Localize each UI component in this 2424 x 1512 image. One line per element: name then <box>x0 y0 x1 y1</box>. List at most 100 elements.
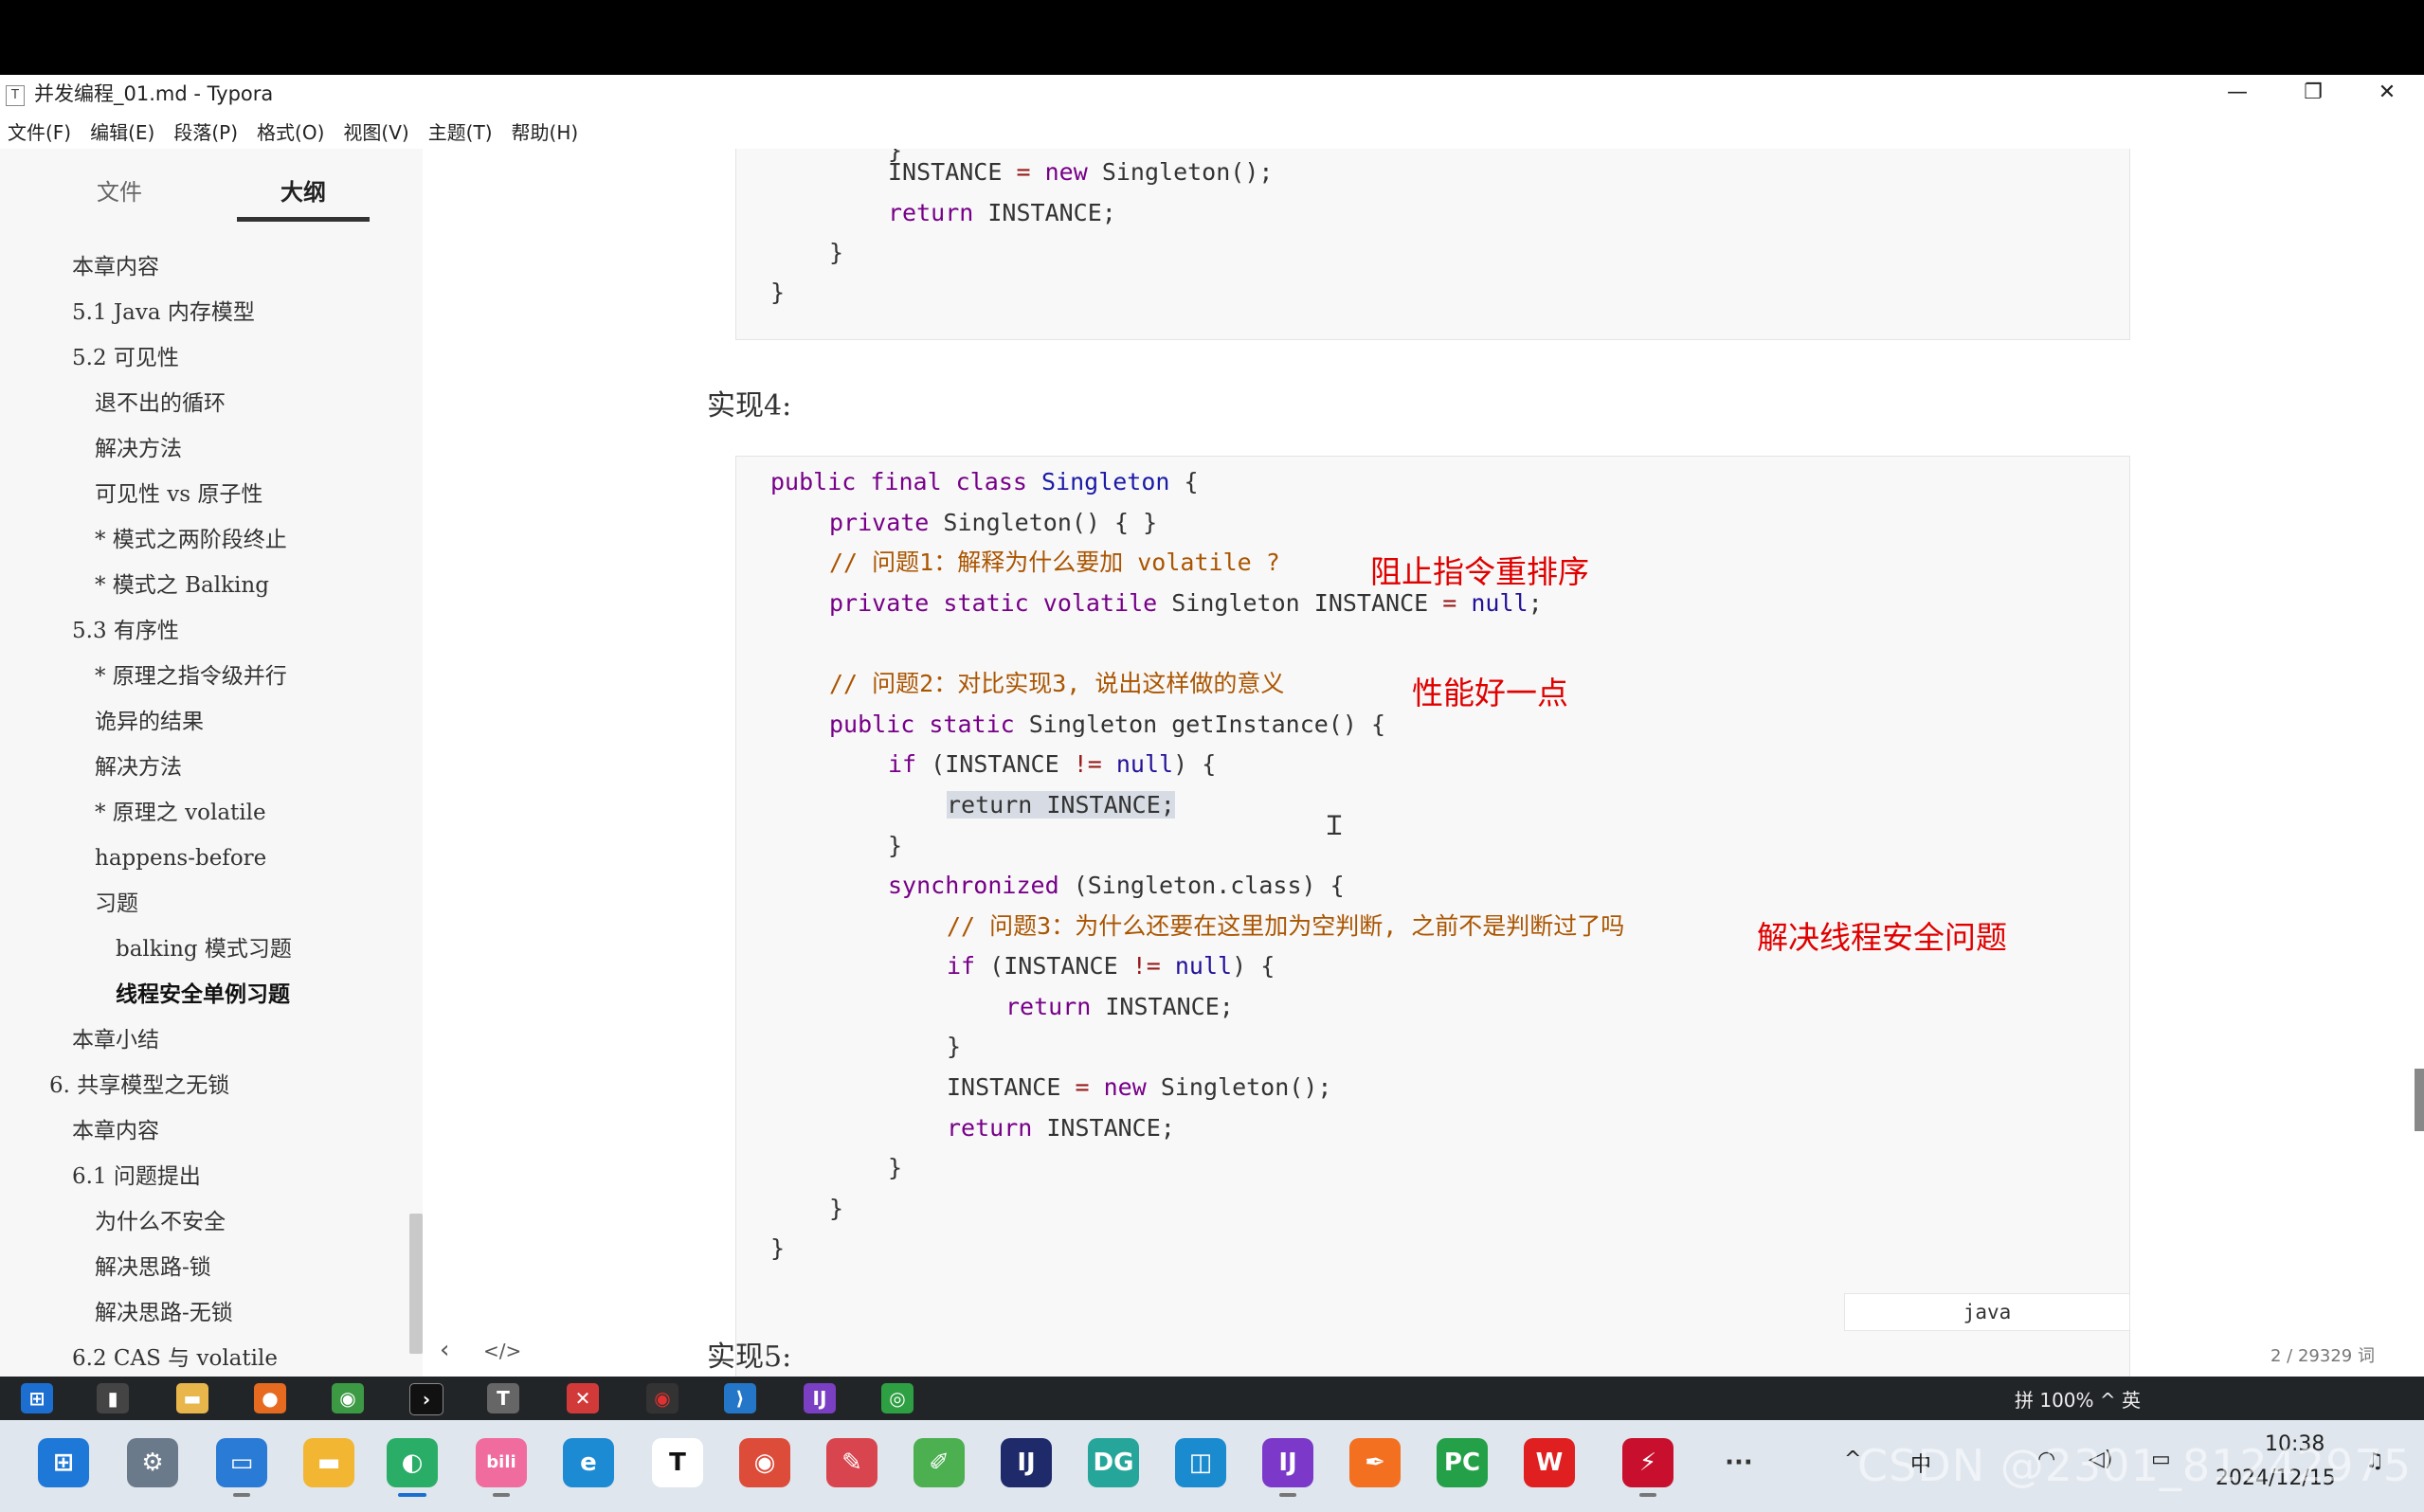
editor-document[interactable]: bilibili } INSTANCE = new Singleton(); r… <box>423 149 2424 1377</box>
code-line: synchronized (Singleton.class) { <box>888 872 1345 899</box>
xmind-icon[interactable]: ✕ <box>567 1383 599 1413</box>
annotation-note: 阻止指令重排序 <box>1370 553 1589 590</box>
code-block-3[interactable]: } INSTANCE = new Singleton(); return INS… <box>735 149 2130 340</box>
code-line: public static Singleton getInstance() { <box>829 711 1386 738</box>
outline-item[interactable]: * 模式之两阶段终止 <box>95 526 287 554</box>
word-count[interactable]: 2 / 29329 词 <box>2270 1342 2375 1367</box>
sidebar-scrollbar[interactable] <box>409 1214 423 1354</box>
outline-item[interactable]: 为什么不安全 <box>95 1208 226 1236</box>
pycharm-icon[interactable]: PC <box>1437 1438 1488 1487</box>
outline-item[interactable]: 解决方法 <box>95 435 182 463</box>
outline-item[interactable]: * 原理之 volatile <box>95 799 266 827</box>
menu-paragraph[interactable]: 段落(P) <box>173 117 238 145</box>
outline-item[interactable]: 退不出的循环 <box>95 389 226 418</box>
outline-item[interactable]: 习题 <box>95 890 138 918</box>
vscode-icon[interactable]: ⟩ <box>724 1383 756 1413</box>
outline-item[interactable]: 6.1 问题提出 <box>72 1162 201 1191</box>
file-explorer-icon[interactable]: ▬ <box>303 1438 354 1487</box>
heading-impl-4: 实现4: <box>707 389 792 423</box>
wps-icon[interactable]: W <box>1524 1438 1575 1487</box>
active-tab-indicator <box>237 217 370 222</box>
window-app-icon[interactable]: ◫ <box>1175 1438 1226 1487</box>
code-language-label[interactable]: java <box>1844 1293 2130 1331</box>
outline-item[interactable]: 可见性 vs 原子性 <box>95 480 262 509</box>
code-line: return INSTANCE; <box>1005 993 1234 1020</box>
outline-item[interactable]: 5.1 Java 内存模型 <box>72 298 255 327</box>
terminal-icon[interactable]: › <box>409 1383 443 1415</box>
settings-gear-icon[interactable]: ⚙ <box>127 1438 178 1487</box>
notes-icon[interactable]: ✐ <box>914 1438 965 1487</box>
intellij-ultimate-icon[interactable]: IJ <box>1262 1438 1313 1487</box>
intellij-taskbar-icon[interactable]: IJ <box>1001 1438 1052 1487</box>
firefox-icon[interactable]: ● <box>254 1383 286 1413</box>
app-icon[interactable]: ✎ <box>826 1438 877 1487</box>
menu-bar: 文件(F) 编辑(E) 段落(P) 格式(O) 视图(V) 主题(T) 帮助(H… <box>0 113 2424 149</box>
code-line: return INSTANCE; <box>888 199 1116 226</box>
chevron-left-icon[interactable]: ‹ <box>440 1336 449 1364</box>
outline-item[interactable]: * 原理之指令级并行 <box>95 662 287 691</box>
code-line: INSTANCE = new Singleton(); <box>888 158 1274 186</box>
chrome-icon[interactable]: ◉ <box>332 1383 364 1413</box>
menu-theme[interactable]: 主题(T) <box>428 117 493 145</box>
task-view-icon[interactable]: ▮ <box>97 1383 129 1413</box>
outline-item[interactable]: 解决思路-无锁 <box>95 1299 233 1327</box>
title-bar <box>0 75 2424 113</box>
menu-file[interactable]: 文件(F) <box>8 117 71 145</box>
bilibili-icon[interactable]: bili <box>476 1438 527 1487</box>
outline-item[interactable]: balking 模式习题 <box>116 935 292 963</box>
remote-desktop-icon[interactable]: ▭ <box>216 1438 267 1487</box>
source-code-icon[interactable]: </> <box>483 1340 521 1362</box>
code-line: } <box>888 832 903 859</box>
code-line: return INSTANCE; <box>947 1114 1175 1142</box>
pen-icon[interactable]: ✒ <box>1349 1438 1401 1487</box>
tab-outline[interactable]: 大纲 <box>218 173 389 211</box>
app-icon[interactable]: ◎ <box>881 1383 914 1413</box>
outline-item[interactable]: 6. 共享模型之无锁 <box>49 1071 229 1100</box>
intellij-icon[interactable]: IJ <box>804 1383 836 1413</box>
tab-file[interactable]: 文件 <box>34 173 205 211</box>
flash-icon[interactable]: ⚡ <box>1622 1438 1673 1487</box>
outline-item-active[interactable]: 线程安全单例习题 <box>116 981 290 1009</box>
windows-start-icon[interactable]: ⊞ <box>21 1383 53 1413</box>
chrome-taskbar-icon[interactable]: ◉ <box>739 1438 790 1487</box>
annotation-note: 解决线程安全问题 <box>1757 919 2007 956</box>
datagrip-icon[interactable]: DG <box>1088 1438 1139 1487</box>
code-line: } <box>829 239 844 266</box>
outline-item[interactable]: 解决方法 <box>95 753 182 782</box>
outline-item[interactable]: 6.2 CAS 与 volatile <box>72 1344 278 1373</box>
menu-view[interactable]: 视图(V) <box>343 117 408 145</box>
wechat-icon[interactable]: ◐ <box>387 1438 438 1487</box>
outline-item[interactable]: 本章内容 <box>72 1117 159 1145</box>
code-line: if (INSTANCE != null) { <box>947 952 1275 980</box>
close-button[interactable]: ✕ <box>2354 78 2420 108</box>
running-indicator <box>233 1493 250 1497</box>
text-cursor-icon: Ｉ <box>1321 810 1348 841</box>
folder-icon[interactable]: ▬ <box>176 1383 208 1413</box>
code-line: if (INSTANCE != null) { <box>888 750 1217 778</box>
menu-help[interactable]: 帮助(H) <box>512 117 579 145</box>
outline-item[interactable]: 本章小结 <box>72 1026 159 1054</box>
more-icon[interactable]: ··· <box>1713 1438 1764 1487</box>
outline-item[interactable]: 诡异的结果 <box>95 708 204 736</box>
outline-item[interactable]: 5.3 有序性 <box>72 617 179 645</box>
outline-item[interactable]: happens-before <box>95 844 266 873</box>
outline-item[interactable]: 本章内容 <box>72 253 159 281</box>
running-indicator <box>493 1493 510 1497</box>
start-icon[interactable]: ⊞ <box>38 1438 89 1487</box>
outline-item[interactable]: * 模式之 Balking <box>95 571 269 600</box>
typora-icon[interactable]: T <box>487 1383 519 1413</box>
code-line: } <box>770 279 786 306</box>
outline-item[interactable]: 解决思路-锁 <box>95 1253 211 1282</box>
menu-edit[interactable]: 编辑(E) <box>90 117 154 145</box>
edge-icon[interactable]: e <box>563 1438 614 1487</box>
typora-taskbar-icon[interactable]: T <box>652 1438 703 1487</box>
record-icon[interactable]: ◉ <box>646 1383 678 1413</box>
typora-app-icon: T <box>6 85 25 106</box>
code-line: INSTANCE = new Singleton(); <box>947 1073 1332 1101</box>
restore-button[interactable]: ❐ <box>2280 78 2346 108</box>
document-scrollbar[interactable] <box>2415 1069 2424 1131</box>
outline-item[interactable]: 5.2 可见性 <box>72 344 179 372</box>
minimize-button[interactable]: — <box>2204 78 2270 108</box>
menu-format[interactable]: 格式(O) <box>257 117 324 145</box>
code-line: } <box>770 1234 786 1262</box>
